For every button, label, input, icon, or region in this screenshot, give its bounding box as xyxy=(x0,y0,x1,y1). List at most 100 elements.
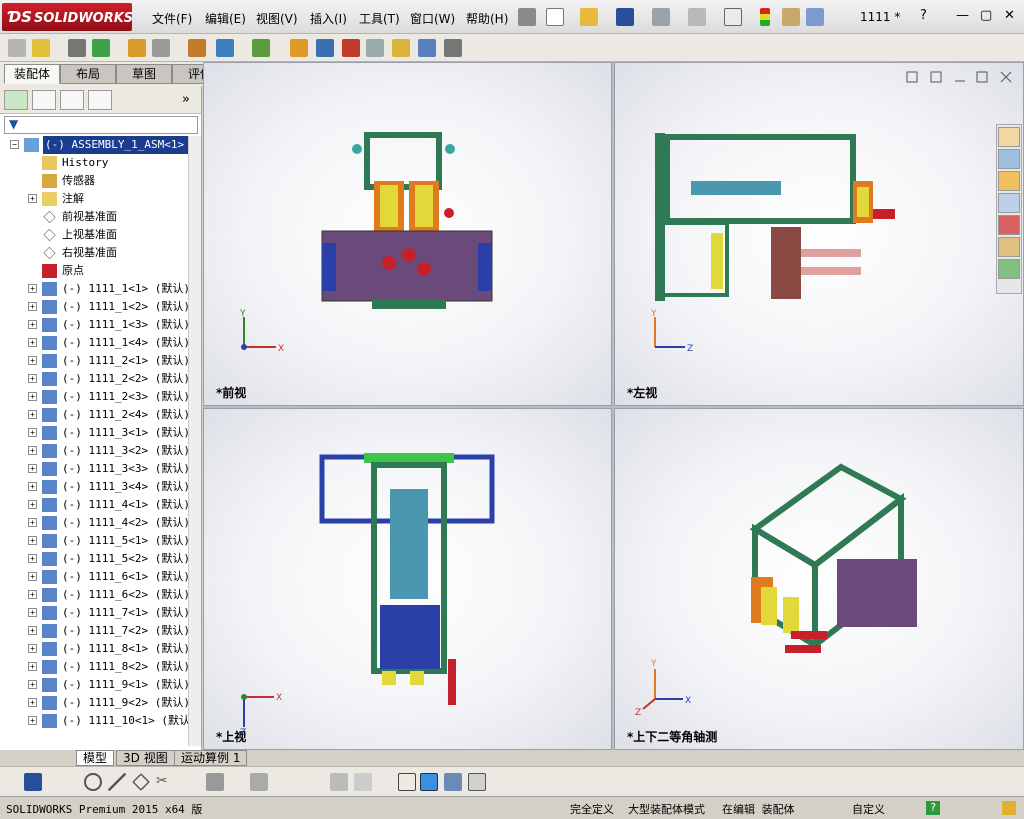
display-manager-icon[interactable] xyxy=(88,90,112,110)
tree-item[interactable]: + (-) 1111_8<1> (默认) xyxy=(0,640,188,658)
tree-scrollbar[interactable] xyxy=(188,136,201,746)
minimize-button[interactable]: — xyxy=(956,8,969,23)
tree-item[interactable]: + (-) 1111_4<2> (默认) xyxy=(0,514,188,532)
design-library-icon[interactable] xyxy=(998,149,1020,169)
viewport-top[interactable]: X Z *上视 xyxy=(203,408,612,750)
feature-tree-icon[interactable] xyxy=(4,90,28,110)
expand-toggle[interactable]: + xyxy=(28,500,37,509)
tree-item[interactable]: 右视基准面 xyxy=(0,244,188,262)
viewport-left[interactable]: Y Z *左视 xyxy=(614,62,1024,406)
pin-icon[interactable] xyxy=(518,8,536,26)
tree-item[interactable]: + (-) 1111_2<2> (默认) xyxy=(0,370,188,388)
tree-item[interactable]: + (-) 1111_9<1> (默认) xyxy=(0,676,188,694)
construction-line-icon[interactable] xyxy=(250,773,268,791)
custom-properties-icon[interactable] xyxy=(998,237,1020,257)
open-folder-icon[interactable] xyxy=(580,8,598,26)
expand-toggle[interactable]: + xyxy=(28,716,37,725)
tree-item[interactable]: + (-) 1111_10<1> (默认) xyxy=(0,712,188,730)
expand-toggle[interactable]: + xyxy=(28,644,37,653)
split-views-icon[interactable] xyxy=(930,71,942,83)
configuration-manager-icon[interactable] xyxy=(60,90,84,110)
reference-geometry-icon[interactable] xyxy=(252,39,270,57)
bill-of-materials-icon[interactable] xyxy=(316,39,334,57)
tree-item[interactable]: + 注解 xyxy=(0,190,188,208)
options-icon[interactable] xyxy=(806,8,824,26)
feature-tree-filter[interactable]: ▼ xyxy=(4,116,198,134)
grid-icon[interactable] xyxy=(354,773,372,791)
help-icon[interactable]: ? xyxy=(920,8,927,23)
table-icon[interactable] xyxy=(468,773,486,791)
tree-item[interactable]: + (-) 1111_6<1> (默认) xyxy=(0,568,188,586)
save-icon[interactable] xyxy=(24,773,42,791)
menu-view[interactable]: 视图(V) xyxy=(256,10,298,27)
tree-item[interactable]: + (-) 1111_2<3> (默认) xyxy=(0,388,188,406)
expand-toggle[interactable]: + xyxy=(28,302,37,311)
tree-item[interactable]: + (-) 1111_2<1> (默认) xyxy=(0,352,188,370)
tab-3d-view[interactable]: 3D 视图 xyxy=(116,750,175,766)
expand-toggle[interactable]: + xyxy=(28,482,37,491)
undo-icon[interactable] xyxy=(688,8,706,26)
tree-item[interactable]: + (-) 1111_1<2> (默认) xyxy=(0,298,188,316)
expand-toggle[interactable]: + xyxy=(28,608,37,617)
file-properties-icon[interactable] xyxy=(782,8,800,26)
tree-item[interactable]: + (-) 1111_3<3> (默认) xyxy=(0,460,188,478)
new-document-icon[interactable] xyxy=(546,8,564,26)
tree-item[interactable]: 前视基准面 xyxy=(0,208,188,226)
show-hidden-icon[interactable] xyxy=(188,39,206,57)
solidworks-logo[interactable]: ƊS SOLIDWORKS xyxy=(2,3,133,31)
expand-toggle[interactable]: + xyxy=(28,590,37,599)
graphics-area[interactable]: Y X *前视 Y Z *左视 X Z *上视 Y X Z *上下二等角轴测 xyxy=(203,62,1024,750)
shaded-icon[interactable] xyxy=(420,773,438,791)
expand-toggle[interactable]: + xyxy=(28,554,37,563)
expand-toggle[interactable]: + xyxy=(28,698,37,707)
menu-help[interactable]: 帮助(H) xyxy=(466,10,508,27)
update-speedpak-icon[interactable] xyxy=(418,39,436,57)
tree-item[interactable]: + (-) 1111_2<4> (默认) xyxy=(0,406,188,424)
print-icon[interactable] xyxy=(652,8,670,26)
expand-toggle[interactable]: + xyxy=(28,428,37,437)
menu-tools[interactable]: 工具(T) xyxy=(359,10,400,27)
forum-icon[interactable] xyxy=(998,259,1020,279)
trim-icon[interactable]: ✂ xyxy=(156,773,174,791)
view-palette-icon[interactable] xyxy=(998,193,1020,213)
smart-dimension-icon[interactable] xyxy=(330,773,348,791)
select-arrow-icon[interactable] xyxy=(724,8,742,26)
status-units[interactable]: 自定义 xyxy=(852,801,885,817)
tab-sketch[interactable]: 草图 xyxy=(116,64,172,84)
expand-toggle[interactable]: + xyxy=(28,194,37,203)
menu-window[interactable]: 窗口(W) xyxy=(410,10,455,27)
tree-item[interactable]: + (-) 1111_3<1> (默认) xyxy=(0,424,188,442)
exploded-view-icon[interactable] xyxy=(342,39,360,57)
sketch-fillet-icon[interactable] xyxy=(206,773,224,791)
tree-item[interactable]: 传感器 xyxy=(0,172,188,190)
linear-pattern-icon[interactable] xyxy=(92,39,110,57)
tree-item[interactable]: + (-) 1111_7<2> (默认) xyxy=(0,622,188,640)
new-motion-study-icon[interactable] xyxy=(290,39,308,57)
tree-item[interactable]: 上视基准面 xyxy=(0,226,188,244)
collapse-toggle[interactable]: − xyxy=(10,140,19,149)
tree-item[interactable]: History xyxy=(0,154,188,172)
more-tabs-icon[interactable]: » xyxy=(182,92,190,107)
wireframe-icon[interactable] xyxy=(398,773,416,791)
tree-item[interactable]: + (-) 1111_1<1> (默认) xyxy=(0,280,188,298)
file-explorer-icon[interactable] xyxy=(998,171,1020,191)
viewport-isometric[interactable]: Y X Z *上下二等角轴测 xyxy=(614,408,1024,750)
property-manager-icon[interactable] xyxy=(32,90,56,110)
tree-item[interactable]: + (-) 1111_7<1> (默认) xyxy=(0,604,188,622)
tree-item[interactable]: + (-) 1111_8<2> (默认) xyxy=(0,658,188,676)
expand-toggle[interactable]: + xyxy=(28,626,37,635)
expand-toggle[interactable]: + xyxy=(28,536,37,545)
menu-file[interactable]: 文件(F) xyxy=(152,10,192,27)
menu-edit[interactable]: 编辑(E) xyxy=(205,10,246,27)
polygon-icon[interactable] xyxy=(132,773,150,791)
solidworks-resources-icon[interactable] xyxy=(998,127,1020,147)
expand-toggle[interactable]: + xyxy=(28,374,37,383)
expand-toggle[interactable]: + xyxy=(28,338,37,347)
instant3d-icon[interactable] xyxy=(392,39,410,57)
traffic-light-icon[interactable] xyxy=(760,8,770,26)
help-status-icon[interactable]: ? xyxy=(926,801,940,815)
viewport-restore-icon[interactable] xyxy=(976,71,988,83)
move-component-icon[interactable] xyxy=(152,39,170,57)
camera-icon[interactable] xyxy=(444,773,462,791)
appearances-icon[interactable] xyxy=(998,215,1020,235)
